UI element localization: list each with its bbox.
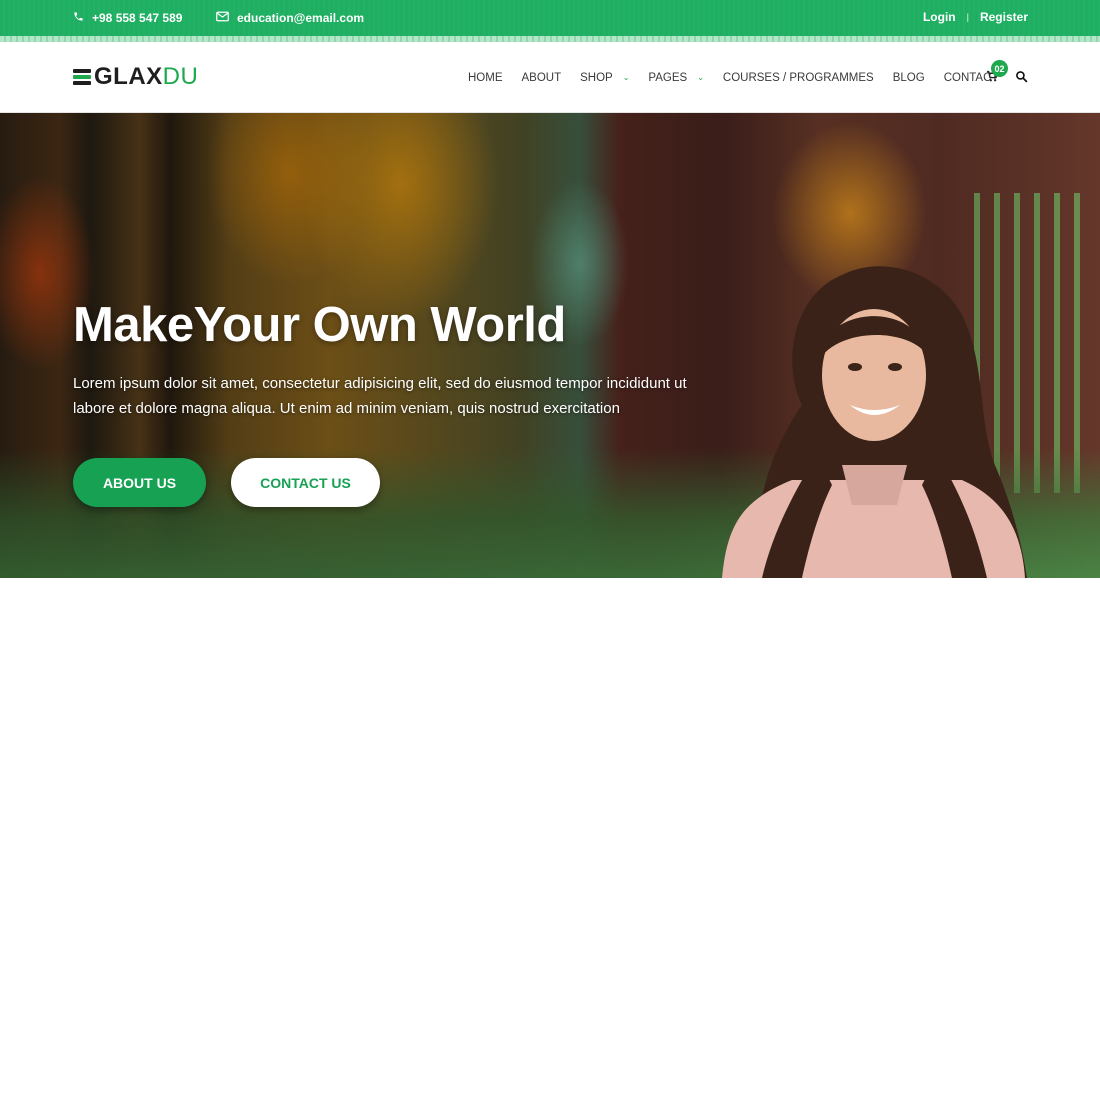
site-logo[interactable]: GLAXDU [73, 64, 198, 90]
phone-contact[interactable]: +98 558 547 589 [73, 0, 182, 36]
nav-item-courses[interactable]: COURSES / PROGRAMMES [723, 72, 874, 84]
email-contact[interactable]: education@email.com [216, 0, 364, 36]
nav-item-about[interactable]: ABOUT [522, 72, 562, 84]
main-navbar: GLAXDU HOME ABOUT SHOP ⌄ PAGES ⌄ COURSES /… [0, 42, 1100, 113]
phone-number: +98 558 547 589 [92, 11, 183, 25]
auth-separator: | [966, 12, 969, 22]
nav-item-label: PAGES [648, 71, 688, 84]
nav-item-label: COURSES / PROGRAMMES [722, 71, 874, 84]
nav-item-home[interactable]: HOME [468, 72, 503, 84]
login-link[interactable]: Login [923, 10, 956, 24]
nav-item-label: HOME [468, 71, 503, 84]
envelope-icon [216, 11, 229, 25]
about-us-button[interactable]: ABOUT US [73, 458, 206, 507]
top-bar: +98 558 547 589 education@email.com Logi… [0, 0, 1100, 36]
nav-item-label: ABOUT [521, 71, 562, 84]
hero-description: Lorem ipsum dolor sit amet, consectetur … [73, 375, 687, 417]
register-link[interactable]: Register [980, 10, 1028, 24]
hero-title: MakeYour Own World [73, 298, 566, 352]
chevron-down-icon: ⌄ [697, 73, 704, 82]
contact-us-button[interactable]: CONTACT US [231, 458, 380, 507]
nav-item-shop[interactable]: SHOP ⌄ [580, 72, 629, 84]
hero-student-image [722, 266, 1027, 578]
email-address: education@email.com [237, 11, 365, 25]
main-menu: HOME ABOUT SHOP ⌄ PAGES ⌄ COURSES / PROGRA… [468, 42, 1017, 113]
chevron-down-icon: ⌄ [622, 73, 630, 82]
logo-mark-icon [73, 69, 91, 85]
nav-item-label: SHOP [580, 71, 613, 84]
cart-count-badge: 02 [991, 60, 1008, 77]
logo-text-accent: DU [162, 63, 199, 90]
logo-text-main: GLAX [94, 63, 163, 90]
auth-links: Login | Register [923, 0, 1028, 34]
nav-item-pages[interactable]: PAGES ⌄ [648, 72, 703, 84]
logo-text: GLAXDU [94, 64, 198, 90]
nav-item-label: BLOG [892, 71, 925, 84]
search-icon[interactable] [1015, 70, 1029, 84]
hero-banner: MakeYour Own World Lorem ipsum dolor sit… [0, 113, 1100, 578]
phone-icon [73, 11, 84, 25]
nav-item-blog[interactable]: BLOG [893, 72, 925, 84]
